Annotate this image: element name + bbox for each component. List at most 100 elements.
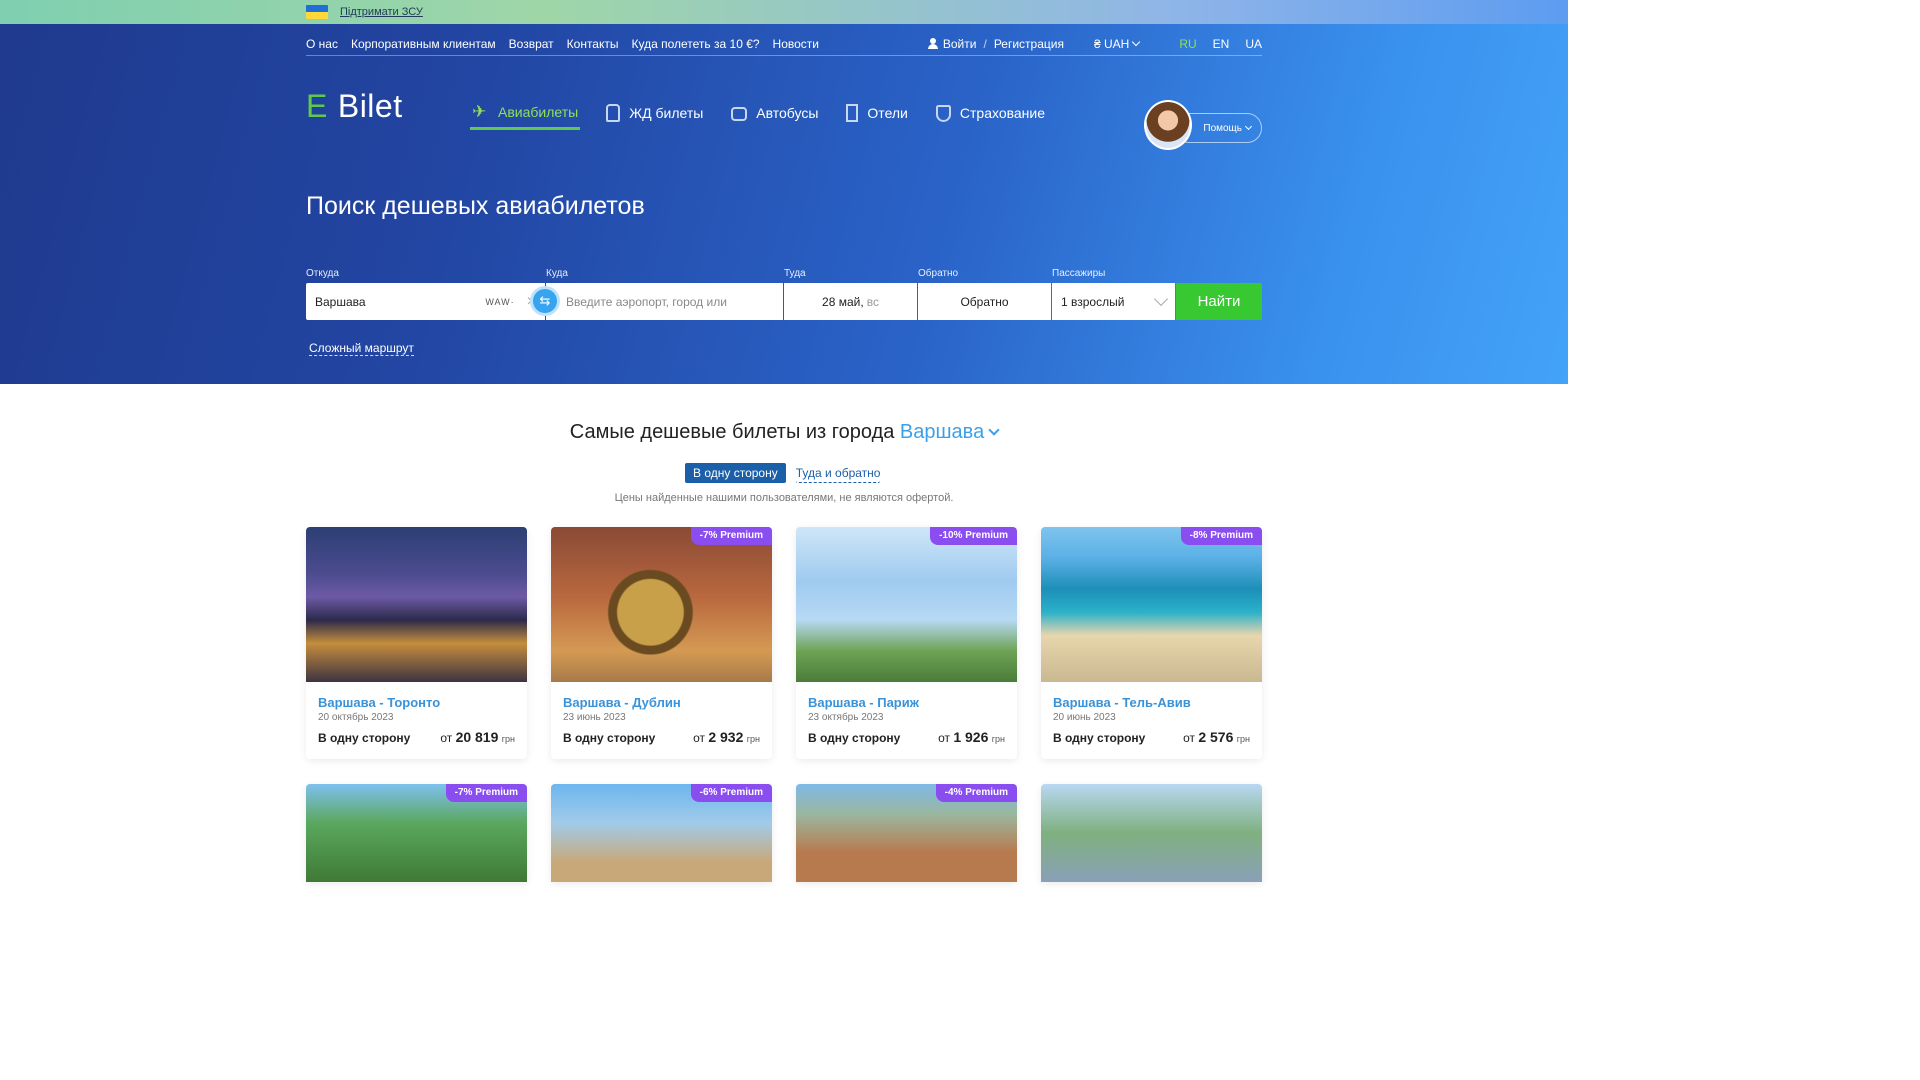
tab-flights-label: Авиабилеты	[498, 103, 579, 120]
deal-card[interactable]: -7% Premium Варшава - Дублин 23 июнь 202…	[551, 527, 772, 759]
card-route: Варшава - Тель-Авив	[1053, 695, 1191, 710]
card-price-value: 2 576	[1198, 729, 1234, 745]
lang-ua[interactable]: UA	[1245, 37, 1262, 51]
return-date-value: Обратно	[960, 294, 1009, 309]
city-selector[interactable]: Варшава	[900, 421, 984, 443]
register-link[interactable]: Регистрация	[994, 37, 1064, 51]
prices-disclaimer: Цены найденные нашими пользователями, не…	[614, 492, 954, 504]
card-direction: В одну сторону	[563, 731, 656, 745]
depart-date-field[interactable]: 28 май, вс	[784, 283, 917, 320]
return-date-field[interactable]: Обратно	[918, 283, 1051, 320]
deal-card[interactable]: Варшава - Торонто 20 октябрь 2023 В одну…	[306, 527, 527, 759]
deal-card[interactable]: -6% Premium	[551, 784, 772, 882]
card-price: от 1 926 грн	[938, 729, 1005, 745]
card-route: Варшава - Торонто	[318, 695, 441, 710]
logo-e: E	[306, 88, 328, 124]
bus-icon	[731, 107, 748, 121]
card-price-value: 1 926	[953, 729, 989, 745]
tab-round-trip[interactable]: Туда и обратно	[795, 463, 881, 483]
tab-one-way[interactable]: В одну сторону	[685, 463, 786, 483]
complex-route-link[interactable]: Сложный маршрут	[309, 341, 414, 356]
card-price-value: 2 932	[708, 729, 744, 745]
login-link[interactable]: Войти	[943, 37, 977, 51]
nav-link-news[interactable]: Новости	[773, 37, 819, 51]
deal-card[interactable]: -8% Premium Варшава - Тель-Авив 20 июнь …	[1041, 527, 1262, 759]
flight-search-form: Откуда Куда Туда Обратно Пассажиры Варша…	[306, 268, 1262, 320]
tab-hotels-label: Отели	[867, 105, 908, 121]
deal-card[interactable]: -7% Premium	[306, 784, 527, 882]
card-date: 23 июнь 2023	[563, 712, 626, 723]
logo[interactable]: E Bilet	[306, 88, 403, 125]
cheapest-section-title: Самые дешевые билеты из города Варшава	[0, 421, 1568, 444]
premium-badge: -7% Premium	[445, 784, 527, 802]
page-title: Поиск дешевых авиабилетов	[306, 192, 645, 220]
to-field[interactable]: Введите аэропорт, город или	[546, 283, 783, 320]
chevron-down-icon	[1132, 37, 1141, 47]
chevron-down-icon	[1153, 291, 1169, 306]
user-icon	[927, 38, 938, 49]
nav-link-corporate[interactable]: Корпоративным клиентам	[351, 37, 496, 51]
destination-image	[1041, 784, 1262, 882]
card-direction: В одну сторону	[318, 731, 411, 745]
destination-image	[1041, 527, 1262, 682]
swap-button[interactable]: ⇆	[530, 286, 560, 316]
deal-card[interactable]: -10% Premium Варшава - Париж 23 октябрь …	[796, 527, 1017, 759]
destination-image	[306, 527, 527, 682]
currency-value: ₴ UAH	[1093, 36, 1130, 51]
deal-card[interactable]: -4% Premium	[796, 784, 1017, 882]
logo-text: Bilet	[337, 88, 403, 124]
chevron-down-icon[interactable]	[988, 424, 1000, 436]
shield-icon	[935, 104, 951, 122]
top-nav: О нас Корпоративным клиентам Возврат Кон…	[306, 32, 1262, 56]
hero: О нас Корпоративным клиентам Возврат Кон…	[0, 24, 1568, 384]
destination-image	[551, 527, 772, 682]
destination-image	[796, 527, 1017, 682]
nav-link-contacts[interactable]: Контакты	[567, 37, 619, 51]
find-button[interactable]: Найти	[1176, 283, 1262, 320]
from-value: Варшава	[315, 294, 366, 309]
premium-badge: -4% Premium	[935, 784, 1017, 802]
from-field[interactable]: Варшава WAW· ×	[306, 283, 545, 320]
lang-ru[interactable]: RU	[1179, 37, 1196, 51]
nav-link-refund[interactable]: Возврат	[509, 37, 554, 51]
depart-date-value: 28 май,	[822, 294, 864, 309]
support-link[interactable]: Підтримати ЗСУ	[340, 6, 423, 18]
premium-badge: -8% Premium	[1180, 527, 1262, 545]
card-route: Варшава - Париж	[808, 695, 919, 710]
help-label: Помощь	[1203, 122, 1242, 134]
trip-type-tabs: В одну сторону Туда и обратно	[685, 463, 881, 483]
card-date: 20 июнь 2023	[1053, 712, 1116, 723]
support-bar: Підтримати ЗСУ	[0, 0, 1568, 24]
card-price: от 2 576 грн	[1183, 729, 1250, 745]
tab-hotels[interactable]: Отели	[844, 96, 909, 130]
passengers-label: Пассажиры	[1052, 268, 1106, 279]
tab-flights[interactable]: ✈ Авиабилеты	[470, 96, 581, 130]
card-direction: В одну сторону	[808, 731, 901, 745]
passengers-select[interactable]: 1 взрослый	[1052, 283, 1175, 320]
swap-icon: ⇆	[539, 293, 551, 308]
card-date: 23 октябрь 2023	[808, 712, 884, 723]
cheapest-title-text: Самые дешевые билеты из города	[569, 421, 895, 443]
card-price: от 2 932 грн	[693, 729, 760, 745]
tab-insurance-label: Страхование	[959, 105, 1046, 121]
card-route: Варшава - Дублин	[563, 695, 681, 710]
to-placeholder: Введите аэропорт, город или	[566, 294, 727, 309]
support-avatar	[1144, 100, 1192, 150]
return-label: Обратно	[918, 268, 959, 279]
currency-selector[interactable]: ₴ UAH	[1093, 36, 1141, 51]
lang-en[interactable]: EN	[1213, 37, 1230, 51]
tab-insurance[interactable]: Страхование	[934, 96, 1047, 130]
premium-badge: -10% Premium	[930, 527, 1017, 545]
card-price: от 20 819 грн	[440, 729, 515, 745]
card-direction: В одну сторону	[1053, 731, 1146, 745]
premium-badge: -6% Premium	[690, 784, 772, 802]
tab-trains[interactable]: ЖД билеты	[604, 96, 705, 130]
login-separator: /	[983, 36, 987, 51]
help-widget[interactable]: Помощь	[1144, 100, 1262, 150]
passengers-value: 1 взрослый	[1061, 294, 1125, 309]
deal-card[interactable]	[1041, 784, 1262, 882]
nav-link-about[interactable]: О нас	[306, 37, 338, 51]
nav-link-where-to-fly[interactable]: Куда полететь за 10 €?	[632, 37, 760, 51]
to-label: Куда	[546, 268, 568, 279]
tab-buses[interactable]: Автобусы	[729, 96, 820, 130]
